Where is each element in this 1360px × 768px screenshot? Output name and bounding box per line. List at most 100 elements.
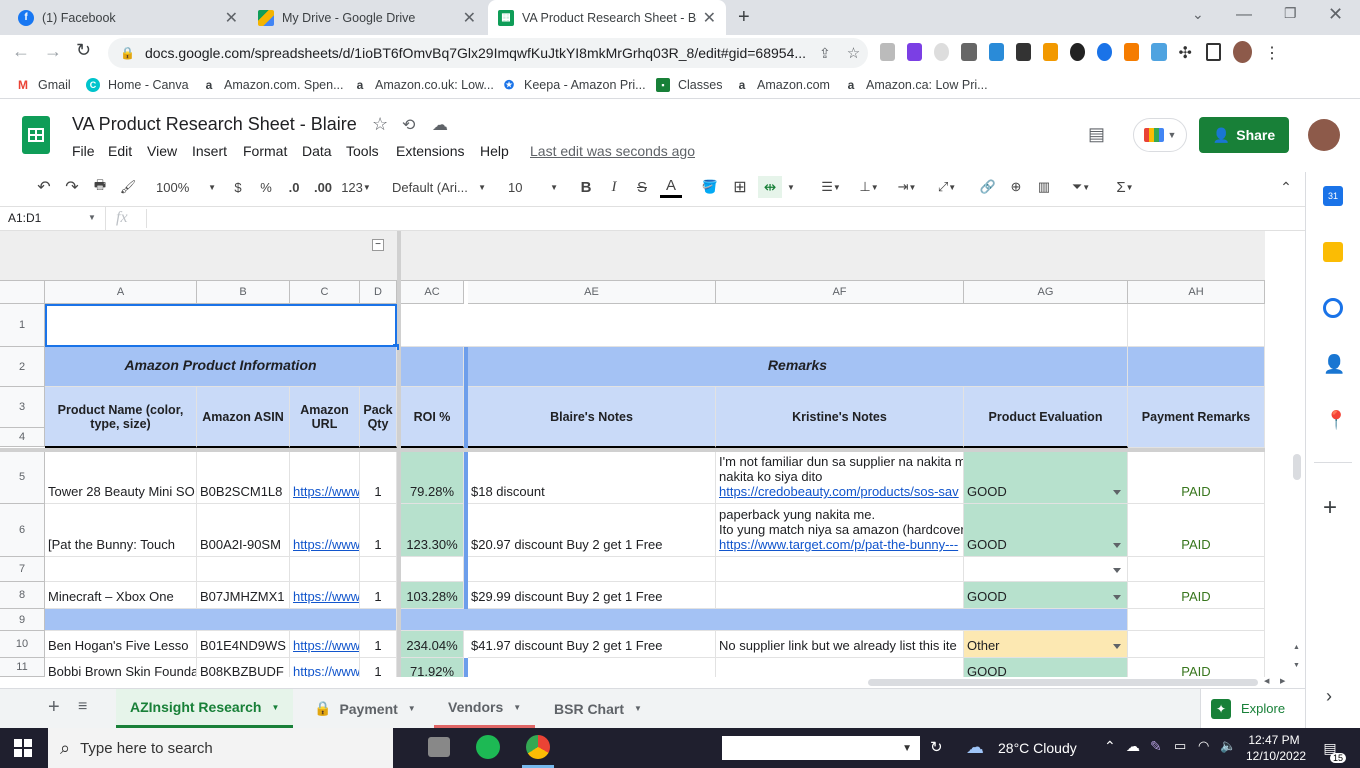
- header-pack-qty[interactable]: Pack Qty: [360, 387, 397, 448]
- collapse-group-icon[interactable]: −: [372, 239, 384, 251]
- cell-blaire-notes[interactable]: $18 discount: [468, 452, 716, 504]
- profile-avatar[interactable]: [1233, 41, 1252, 63]
- notifications-button[interactable]: ▤ 15: [1318, 737, 1346, 763]
- wifi-icon[interactable]: ◠: [1198, 738, 1209, 754]
- functions-icon[interactable]: Σ ▼: [1108, 176, 1142, 198]
- more-formats-button[interactable]: 123 ▼: [340, 176, 372, 198]
- onedrive-icon[interactable]: ☁: [1126, 738, 1140, 755]
- extension-icon[interactable]: [988, 43, 1004, 61]
- insert-comment-icon[interactable]: ⊕: [1006, 176, 1026, 198]
- section-header-product-info[interactable]: Amazon Product Information: [45, 347, 397, 387]
- dropdown-arrow-icon[interactable]: [1113, 595, 1121, 600]
- camera-app-icon[interactable]: [428, 737, 450, 757]
- scroll-down-icon[interactable]: ▼: [1293, 662, 1300, 669]
- cell[interactable]: [360, 557, 397, 582]
- calendar-icon[interactable]: 31: [1323, 186, 1343, 206]
- extension-icon[interactable]: [907, 43, 923, 61]
- bookmark-amazon-com-spend[interactable]: a Amazon.com. Spen...: [202, 75, 344, 95]
- get-addons-icon[interactable]: +: [1323, 494, 1337, 522]
- cell[interactable]: [401, 557, 464, 582]
- battery-icon[interactable]: ▭: [1174, 738, 1186, 754]
- supplier-link[interactable]: https://www.target.com/p/pat-the-bunny--…: [719, 537, 958, 552]
- dropdown-arrow-icon[interactable]: [1113, 568, 1121, 573]
- column-header[interactable]: AE: [468, 281, 716, 304]
- forward-icon[interactable]: →: [44, 41, 62, 62]
- redo-icon[interactable]: ↷: [62, 176, 82, 198]
- cell[interactable]: [468, 557, 716, 582]
- cell-roi[interactable]: 71.92%: [401, 658, 464, 677]
- cell-evaluation-dropdown[interactable]: [964, 557, 1128, 582]
- menu-help[interactable]: Help: [480, 143, 509, 159]
- strikethrough-button[interactable]: S: [634, 176, 650, 198]
- cell-product-name[interactable]: Bobbi Brown Skin Foundat: [45, 658, 197, 677]
- row-header[interactable]: 7: [0, 557, 45, 582]
- cell[interactable]: [1128, 609, 1265, 631]
- print-icon[interactable]: 🖶: [90, 176, 110, 198]
- merge-dropdown-icon[interactable]: ▼: [786, 176, 796, 198]
- cell-product-name[interactable]: Ben Hogan's Five Lesso: [45, 631, 197, 658]
- bookmark-canva[interactable]: C Home - Canva: [86, 75, 189, 95]
- cell-blaire-notes[interactable]: $41.97 discount Buy 2 get 1 Free: [468, 631, 716, 658]
- separator-row[interactable]: [45, 609, 397, 631]
- separator-row[interactable]: [401, 609, 1128, 631]
- scroll-left-icon[interactable]: ◀: [1264, 677, 1269, 685]
- bookmark-amazon-uk[interactable]: a Amazon.co.uk: Low...: [353, 75, 494, 95]
- horizontal-align-icon[interactable]: ☰ ▼: [814, 176, 848, 198]
- row-header[interactable]: 9: [0, 609, 45, 631]
- cell-product-name[interactable]: Minecraft – Xbox One: [45, 582, 197, 609]
- sheets-logo-icon[interactable]: [22, 116, 50, 154]
- header-product-name[interactable]: Product Name (color, type, size): [45, 387, 197, 448]
- formula-input[interactable]: [156, 211, 1256, 229]
- close-window-icon[interactable]: ✕: [1328, 4, 1343, 25]
- cell-blaire-notes[interactable]: $29.99 discount Buy 2 get 1 Free: [468, 582, 716, 609]
- text-wrap-icon[interactable]: ⇥ ▼: [890, 176, 924, 198]
- comments-icon[interactable]: ▤: [1088, 124, 1105, 145]
- extension-icon[interactable]: [1069, 43, 1086, 61]
- supplier-link[interactable]: https://credobeauty.com/products/sos-sav: [719, 484, 959, 499]
- browser-tab-drive[interactable]: My Drive - Google Drive ✕: [248, 0, 486, 35]
- cell-kristine-notes[interactable]: No supplier link but we already list thi…: [716, 631, 964, 658]
- paint-format-icon[interactable]: 🖌: [118, 176, 138, 198]
- cell-kristine-notes[interactable]: [716, 582, 964, 609]
- cell-amazon-url[interactable]: https://www: [290, 582, 360, 609]
- header-amazon-url[interactable]: Amazon URL: [290, 387, 360, 448]
- decrease-decimal-button[interactable]: .0: [284, 176, 304, 198]
- column-header[interactable]: AF: [716, 281, 964, 304]
- menu-view[interactable]: View: [147, 143, 177, 159]
- bold-button[interactable]: B: [578, 176, 594, 198]
- insert-chart-icon[interactable]: ▥: [1034, 176, 1054, 198]
- cell[interactable]: [1128, 304, 1265, 347]
- taskbar-address-box[interactable]: ▼: [722, 736, 920, 760]
- weather-text[interactable]: 28°C Cloudy: [998, 740, 1077, 756]
- cell-asin[interactable]: B08KBZBUDF: [197, 658, 290, 677]
- explore-button[interactable]: ✦ Explore: [1200, 689, 1305, 728]
- row-header[interactable]: 5: [0, 451, 45, 504]
- cell-amazon-url[interactable]: https://www: [290, 631, 360, 658]
- column-header[interactable]: C: [290, 281, 360, 304]
- bookmark-amazon-ca[interactable]: a Amazon.ca: Low Pri...: [844, 75, 988, 95]
- tasks-icon[interactable]: [1323, 298, 1343, 318]
- extension-icon[interactable]: [934, 43, 950, 61]
- row-header[interactable]: 3: [0, 387, 45, 428]
- cell-pack-qty[interactable]: 1: [360, 452, 397, 504]
- cell[interactable]: [468, 658, 716, 677]
- bookmark-keepa[interactable]: ✪ Keepa - Amazon Pri...: [502, 75, 646, 95]
- bookmark-classes[interactable]: ▪ Classes: [656, 75, 722, 95]
- column-header[interactable]: A: [45, 281, 197, 304]
- name-box[interactable]: A1:D1: [8, 211, 41, 225]
- bookmark-star-icon[interactable]: ☆: [847, 44, 860, 62]
- cell-amazon-url[interactable]: https://www: [290, 504, 360, 557]
- restore-icon[interactable]: ❐: [1284, 5, 1297, 22]
- font-size-select[interactable]: 10 ▼: [508, 176, 558, 198]
- extension-icon[interactable]: [1015, 43, 1031, 61]
- header-amazon-asin[interactable]: Amazon ASIN: [197, 387, 290, 448]
- sheet-tab-azinsight-research[interactable]: AZInsight Research ▼: [116, 689, 294, 728]
- merge-cells-icon[interactable]: ⇹: [758, 176, 782, 198]
- cell-pack-qty[interactable]: 1: [360, 631, 397, 658]
- all-sheets-icon[interactable]: ≡: [78, 698, 87, 716]
- side-panel-icon[interactable]: [1205, 43, 1222, 61]
- fill-color-icon[interactable]: 🪣: [700, 176, 720, 198]
- scroll-up-icon[interactable]: ▲: [1293, 644, 1300, 651]
- close-tab-icon[interactable]: ✕: [225, 8, 238, 28]
- cell-payment-remarks[interactable]: PAID: [1128, 452, 1265, 504]
